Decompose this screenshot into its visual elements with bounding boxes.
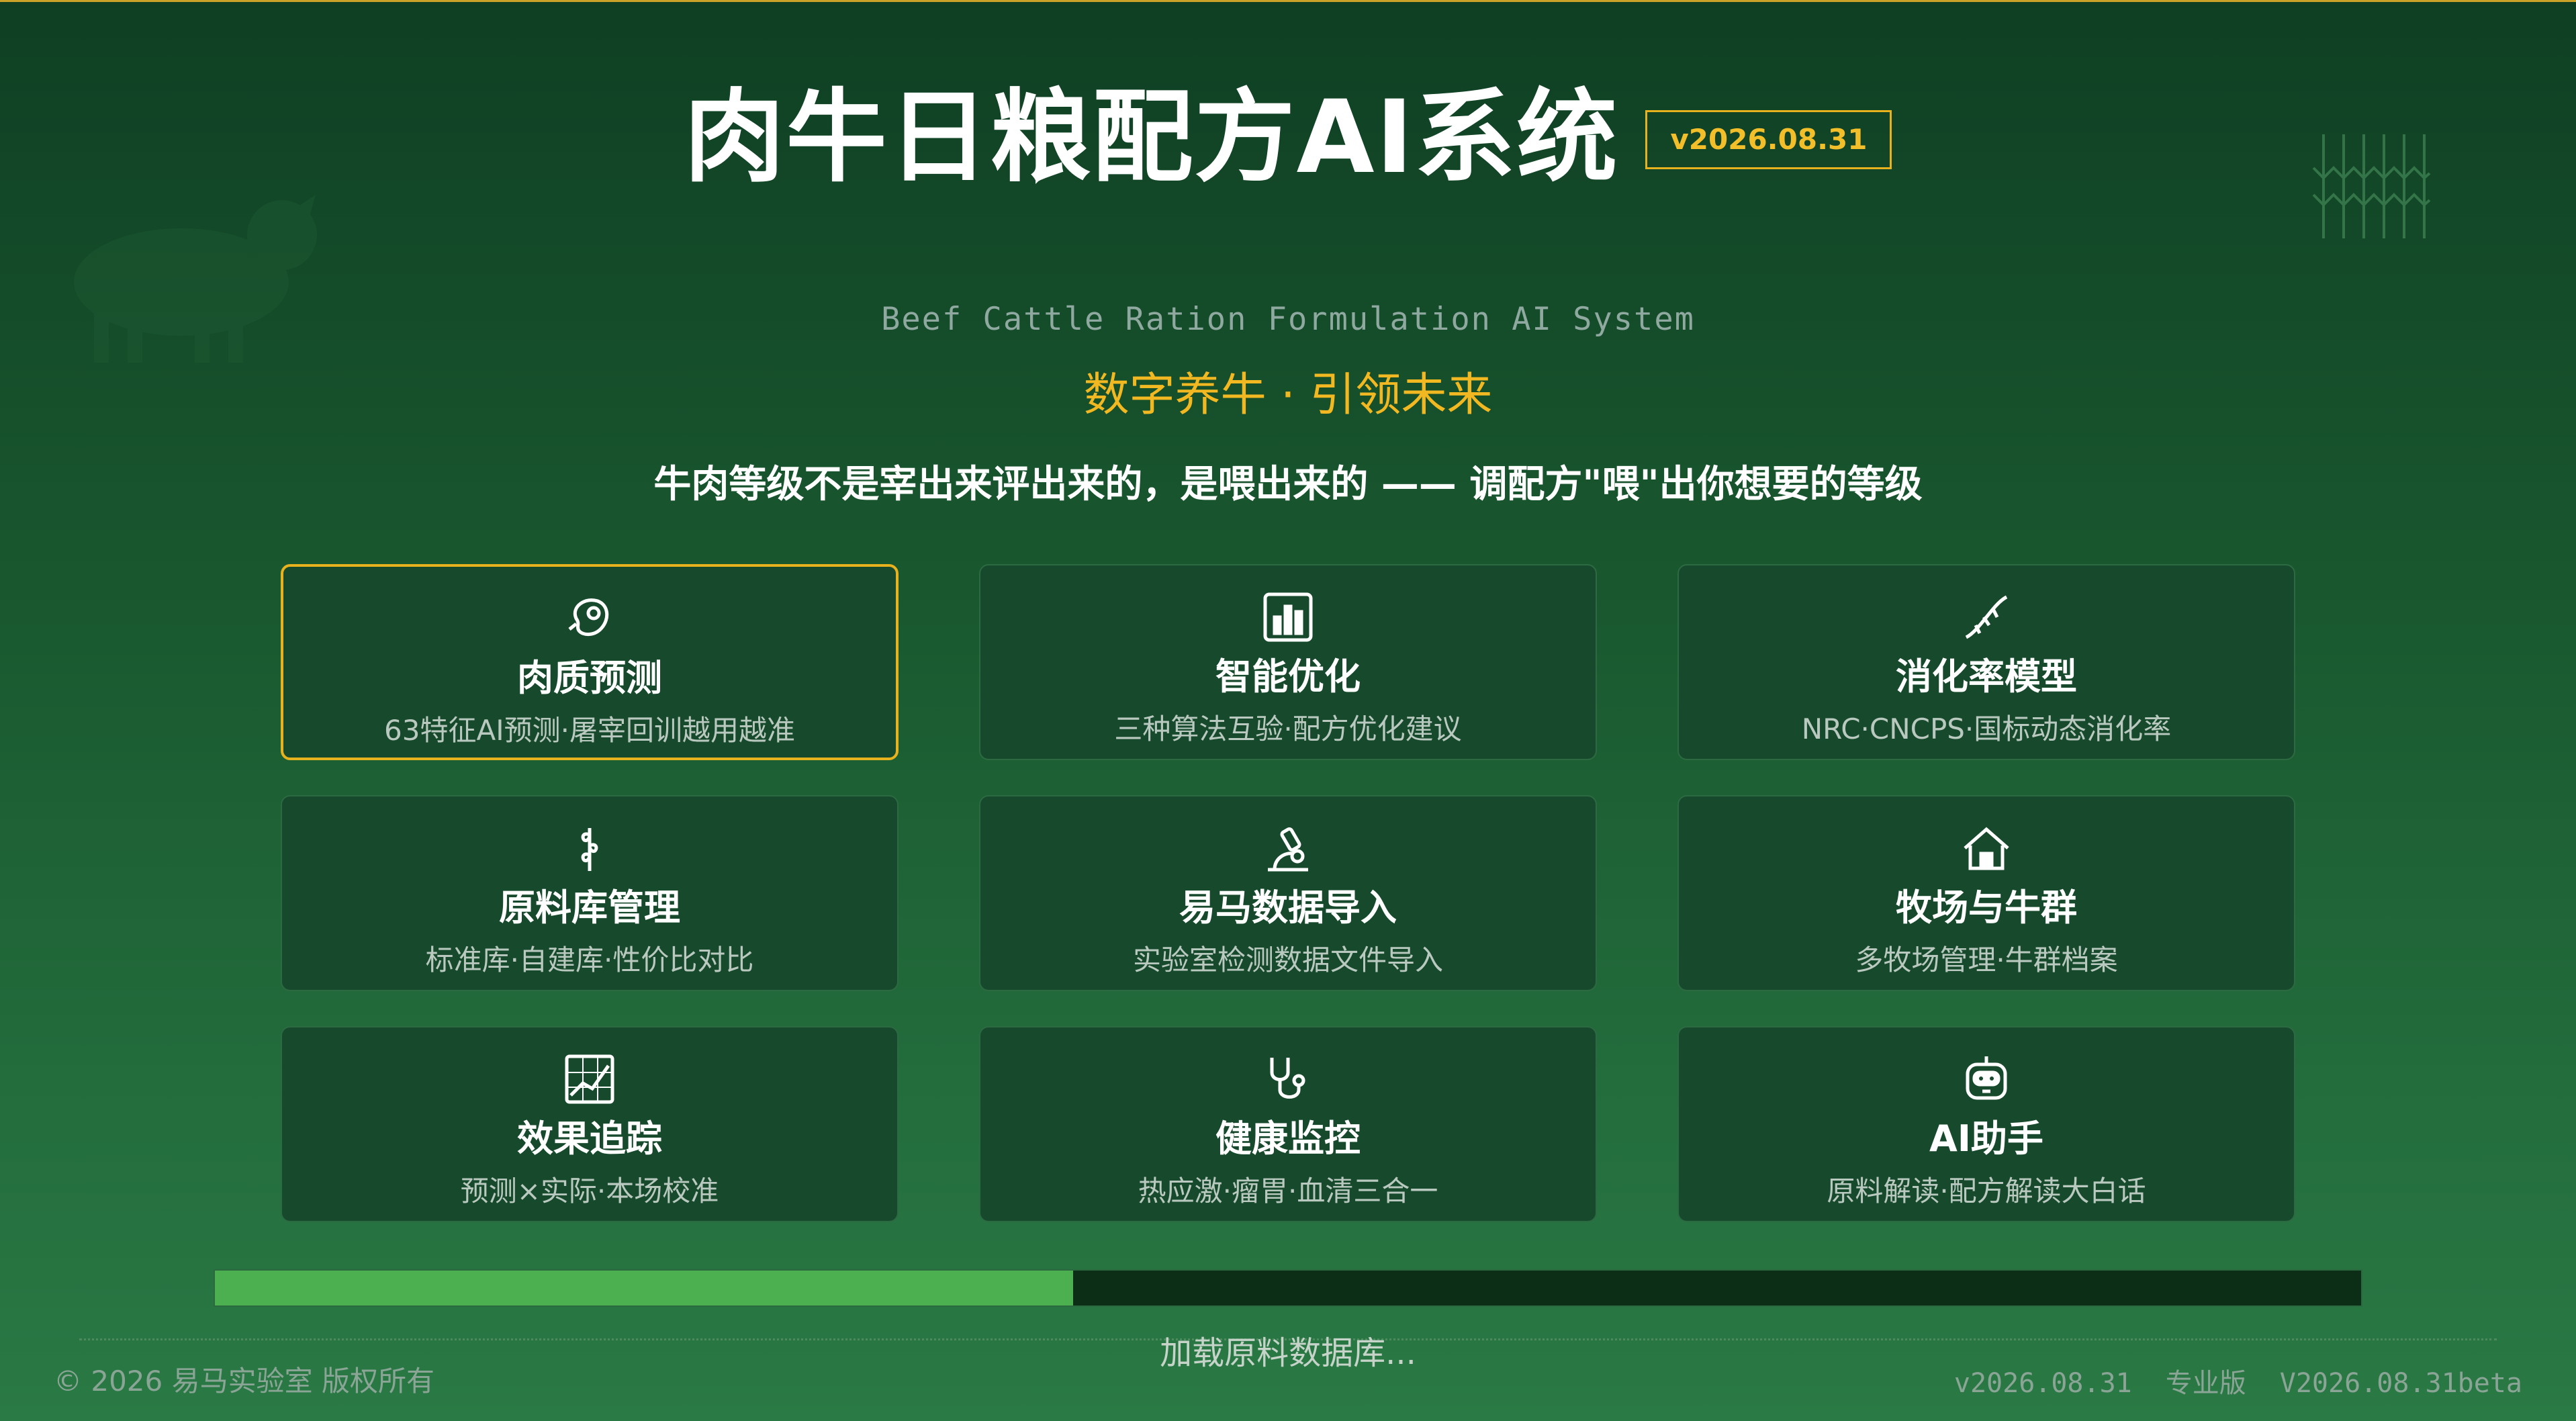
top-accent-line (0, 0, 2576, 2)
loading-progress-bar (214, 1269, 2362, 1307)
footer-version: v2026.08.31 (1953, 1368, 2132, 1399)
module-name: 效果追踪 (517, 1117, 662, 1160)
tagline: 牛肉等级不是宰出来评出来的，是喂出来的 —— 调配方"喂"出你想要的等级 (653, 463, 1923, 506)
copyright-text: © 2026 易马实验室 版权所有 (54, 1365, 434, 1397)
footer-version-info: v2026.08.31 专业版 V2026.08.31beta (1954, 1361, 2522, 1400)
english-subtitle: Beef Cattle Ration Formulation AI System (881, 301, 1695, 338)
cow-silhouette-icon (74, 195, 317, 363)
module-card-smart-optimize[interactable]: 智能优化 三种算法互验·配方优化建议 (979, 564, 1597, 760)
version-badge: v2026.08.31 (1645, 110, 1892, 169)
module-card-effect-tracking[interactable]: 效果追踪 预测×实际·本场校准 (281, 1026, 899, 1222)
module-card-health-monitor[interactable]: 健康监控 热应激·瘤胃·血清三合一 (979, 1026, 1597, 1222)
module-desc: 三种算法互验·配方优化建议 (1114, 713, 1462, 746)
module-name: 牧场与牛群 (1896, 886, 2077, 929)
dna-icon (1959, 590, 2014, 645)
app-title: 肉牛日粮配方AI系统 (684, 79, 1619, 196)
slogan: 数字养牛 · 引领未来 (1083, 369, 1493, 422)
module-desc: NRC·CNCPS·国标动态消化率 (1801, 713, 2172, 746)
footer-build: V2026.08.31beta (2279, 1368, 2522, 1399)
module-card-feed-library[interactable]: 原料库管理 标准库·自建库·性价比对比 (281, 795, 899, 991)
title-row: 肉牛日粮配方AI系统 v2026.08.31 (0, 87, 2576, 188)
module-card-data-import[interactable]: 易马数据导入 实验室检测数据文件导入 (979, 795, 1597, 991)
module-desc: 热应激·瘤胃·血清三合一 (1138, 1175, 1438, 1208)
bar-chart-icon (1260, 590, 1316, 645)
footer-edition: 专业版 (2165, 1368, 2246, 1399)
module-name: AI助手 (1929, 1117, 2043, 1160)
wheat-icon (562, 821, 617, 876)
module-name: 健康监控 (1215, 1117, 1361, 1160)
stethoscope-icon (1260, 1052, 1316, 1107)
module-name: 易马数据导入 (1179, 886, 1397, 929)
module-name: 肉质预测 (517, 657, 662, 699)
module-desc: 标准库·自建库·性价比对比 (425, 944, 754, 977)
module-name: 智能优化 (1215, 655, 1361, 698)
module-desc: 多牧场管理·牛群档案 (1855, 944, 2118, 977)
module-name: 原料库管理 (499, 886, 680, 929)
module-card-ai-assistant[interactable]: AI助手 原料解读·配方解读大白话 (1677, 1026, 2295, 1222)
module-name: 消化率模型 (1896, 655, 2077, 698)
farmhouse-icon (1959, 821, 2014, 876)
microscope-icon (1260, 821, 1316, 876)
module-card-digestibility[interactable]: 消化率模型 NRC·CNCPS·国标动态消化率 (1677, 564, 2295, 760)
line-chart-icon (562, 1052, 617, 1107)
steak-icon (562, 591, 617, 646)
module-desc: 预测×实际·本场校准 (460, 1175, 719, 1208)
module-desc: 原料解读·配方解读大白话 (1827, 1175, 2146, 1208)
module-desc: 实验室检测数据文件导入 (1132, 944, 1443, 977)
module-card-farm-herd[interactable]: 牧场与牛群 多牧场管理·牛群档案 (1677, 795, 2295, 991)
loading-progress-fill (215, 1271, 1074, 1305)
robot-icon (1959, 1052, 2014, 1107)
module-grid: 肉质预测 63特征AI预测·屠宰回训越用越准 智能优化 三种算法互验·配方优化建… (281, 564, 2295, 1222)
module-desc: 63特征AI预测·屠宰回训越用越准 (384, 714, 795, 747)
module-card-meat-quality[interactable]: 肉质预测 63特征AI预测·屠宰回训越用越准 (281, 564, 899, 760)
